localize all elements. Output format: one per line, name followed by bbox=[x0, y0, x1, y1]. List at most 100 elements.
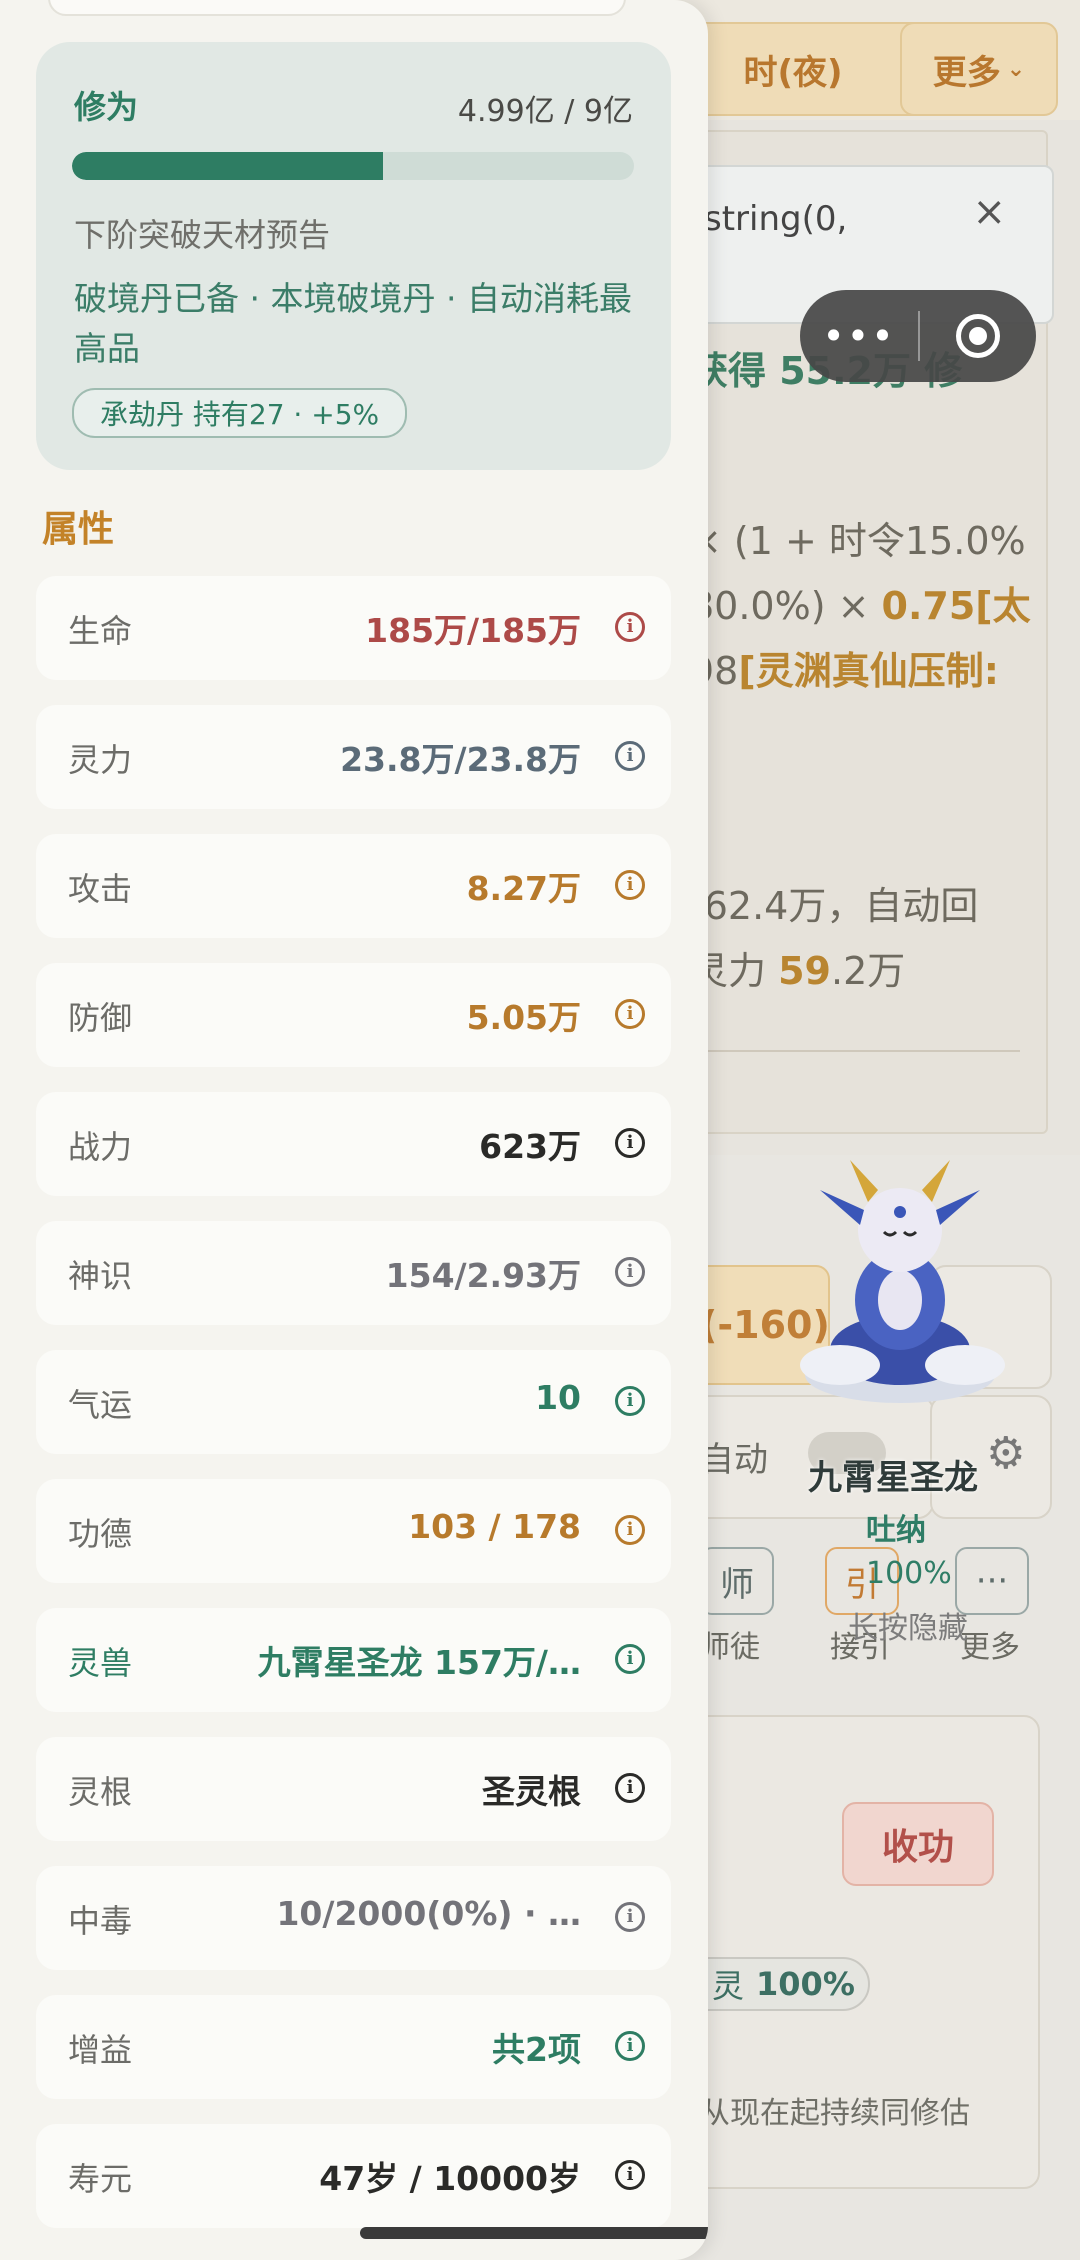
more-button-label: ··· bbox=[975, 1561, 1009, 1601]
spirit-badge-value: 100% bbox=[756, 1965, 855, 2003]
attribute-row[interactable]: 功德 103 / 178 i bbox=[36, 1479, 671, 1583]
attribute-value: 圣灵根 bbox=[482, 1772, 581, 1811]
log-text: × (1 + 时令15.0% bbox=[690, 519, 1026, 563]
log-highlight: 59 bbox=[778, 949, 831, 993]
info-icon[interactable]: i bbox=[615, 1128, 645, 1158]
log-highlight: 0.75[太 bbox=[881, 584, 1031, 628]
attributes-heading: 属性 bbox=[42, 509, 115, 550]
attribute-row[interactable]: 生命 185万/185万 i bbox=[36, 576, 671, 680]
pill-badge-label: 承劫丹 持有27 · +5% bbox=[100, 398, 380, 431]
attribute-row[interactable]: 灵兽 九霄星圣龙 157万/… i bbox=[36, 1608, 671, 1712]
info-icon[interactable]: i bbox=[615, 1515, 645, 1545]
attribute-label: 寿元 bbox=[68, 2160, 133, 2198]
attribute-row[interactable]: 攻击 8.27万 i bbox=[36, 834, 671, 938]
dragon-pet-image[interactable] bbox=[780, 1150, 1020, 1410]
info-icon[interactable]: i bbox=[615, 870, 645, 900]
info-icon[interactable]: i bbox=[615, 1386, 645, 1416]
pet-percent: 100% bbox=[866, 1556, 952, 1591]
attribute-row[interactable]: 中毒 10/2000(0%) · … i bbox=[36, 1866, 671, 1970]
background-log-line: × (1 + 时令15.0% bbox=[690, 510, 1026, 565]
spirit-badge-label: 灵 bbox=[712, 1967, 745, 2005]
info-icon[interactable]: i bbox=[615, 1773, 645, 1803]
info-icon[interactable]: i bbox=[615, 999, 645, 1029]
more-label: 更多 bbox=[960, 1630, 1020, 1665]
log-highlight: [灵渊真仙压制: bbox=[738, 649, 999, 693]
attribute-value: 九霄星圣龙 157万/… bbox=[257, 1643, 581, 1682]
background-log-line: 80.0%) × 0.75[太 bbox=[690, 575, 1031, 630]
info-icon[interactable]: i bbox=[615, 612, 645, 642]
capsule-divider bbox=[918, 311, 920, 361]
attribute-row[interactable]: 气运 10 i bbox=[36, 1350, 671, 1454]
more-dropdown-label: 更多 bbox=[932, 52, 1001, 93]
cultivate-description: 从现在起持续同修估 bbox=[700, 2096, 970, 2131]
attribute-value: 5.05万 bbox=[466, 998, 581, 1037]
attribute-value: 10/2000(0%) · … bbox=[276, 1894, 581, 1933]
stop-cultivate-button[interactable]: 收功 bbox=[842, 1802, 994, 1886]
tooltip-text: string(0, bbox=[704, 199, 848, 239]
pet-hint: 长按隐藏 bbox=[848, 1611, 968, 1646]
info-icon[interactable]: i bbox=[615, 2031, 645, 2061]
info-icon[interactable]: i bbox=[615, 1902, 645, 1932]
time-chip-label: 时(夜) bbox=[743, 52, 843, 93]
attribute-value: 103 / 178 bbox=[408, 1507, 581, 1546]
menu-dots-icon[interactable]: ••• bbox=[800, 314, 918, 358]
master-label: 师徒 bbox=[700, 1630, 760, 1665]
log-text: -62.4万，自动回 bbox=[690, 884, 979, 928]
attribute-label: 功德 bbox=[68, 1515, 133, 1553]
attribute-row[interactable]: 防御 5.05万 i bbox=[36, 963, 671, 1067]
close-miniprogram-icon[interactable] bbox=[956, 314, 1000, 358]
attribute-row[interactable]: 战力 623万 i bbox=[36, 1092, 671, 1196]
background-log-line: 灵力 59.2万 bbox=[690, 940, 905, 995]
attribute-label: 灵力 bbox=[68, 741, 133, 779]
master-button[interactable]: 师 bbox=[700, 1547, 774, 1615]
breakthrough-preview-title: 下阶突破天材预告 bbox=[74, 216, 331, 254]
attribute-value: 23.8万/23.8万 bbox=[340, 740, 581, 779]
attribute-value: 共2项 bbox=[492, 2030, 581, 2069]
attribute-value: 154/2.93万 bbox=[385, 1256, 581, 1295]
attribute-label: 灵兽 bbox=[68, 1644, 133, 1682]
pill-badge: 承劫丹 持有27 · +5% bbox=[72, 388, 408, 438]
stop-cultivate-label: 收功 bbox=[881, 1827, 954, 1868]
info-icon[interactable]: i bbox=[615, 1644, 645, 1674]
info-icon[interactable]: i bbox=[615, 1257, 645, 1287]
auto-label: 自动 bbox=[700, 1440, 768, 1480]
drawer-top-card bbox=[48, 0, 626, 16]
attribute-list: 生命 185万/185万 i 灵力 23.8万/23.8万 i 攻击 8.27万 i 防御 5.05… bbox=[36, 576, 671, 2253]
cultivation-progress-bar bbox=[72, 152, 634, 180]
miniprogram-capsule: ••• bbox=[800, 290, 1036, 382]
attribute-label: 攻击 bbox=[68, 870, 133, 908]
attributes-drawer: 修为 4.99亿 / 9亿 下阶突破天材预告 破境丹已备 · 本境破境丹 · 自… bbox=[0, 0, 708, 2260]
info-icon[interactable]: i bbox=[615, 2160, 645, 2190]
log-text: .2万 bbox=[830, 949, 906, 993]
info-icon[interactable]: i bbox=[615, 741, 645, 771]
attribute-label: 生命 bbox=[68, 612, 133, 650]
attribute-value: 623万 bbox=[479, 1127, 581, 1166]
cultivation-progress-fill bbox=[72, 152, 384, 180]
attribute-value: 10 bbox=[535, 1378, 581, 1417]
attribute-label: 增益 bbox=[68, 2031, 133, 2069]
pet-state: 吐纳 bbox=[866, 1513, 926, 1548]
attribute-value: 47岁 / 10000岁 bbox=[319, 2159, 581, 2198]
divider bbox=[690, 1050, 1020, 1052]
attribute-label: 战力 bbox=[68, 1128, 133, 1166]
cultivation-title: 修为 bbox=[74, 88, 139, 126]
attribute-value: 8.27万 bbox=[466, 869, 581, 908]
attribute-label: 神识 bbox=[68, 1257, 133, 1295]
attribute-label: 防御 bbox=[68, 999, 133, 1037]
background-log-line: -62.4万，自动回 bbox=[690, 875, 978, 930]
home-indicator bbox=[360, 2227, 708, 2239]
cultivation-value: 4.99亿 / 9亿 bbox=[457, 94, 633, 129]
attribute-label: 灵根 bbox=[68, 1773, 133, 1811]
attribute-label: 中毒 bbox=[68, 1902, 133, 1940]
cultivation-card: 修为 4.99亿 / 9亿 下阶突破天材预告 破境丹已备 · 本境破境丹 · 自… bbox=[36, 42, 671, 470]
more-dropdown[interactable]: 更多 ⌄ bbox=[900, 22, 1058, 116]
breakthrough-description: 破境丹已备 · 本境破境丹 · 自动消耗最高品 bbox=[74, 279, 632, 368]
close-icon[interactable]: × bbox=[972, 189, 1006, 235]
attribute-row[interactable]: 寿元 47岁 / 10000岁 i bbox=[36, 2124, 671, 2228]
attribute-row[interactable]: 神识 154/2.93万 i bbox=[36, 1221, 671, 1325]
attribute-row[interactable]: 灵力 23.8万/23.8万 i bbox=[36, 705, 671, 809]
chevron-down-icon: ⌄ bbox=[1006, 56, 1026, 82]
gear-icon[interactable]: ⚙ bbox=[986, 1428, 1025, 1479]
attribute-row[interactable]: 灵根 圣灵根 i bbox=[36, 1737, 671, 1841]
attribute-row[interactable]: 增益 共2项 i bbox=[36, 1995, 671, 2099]
